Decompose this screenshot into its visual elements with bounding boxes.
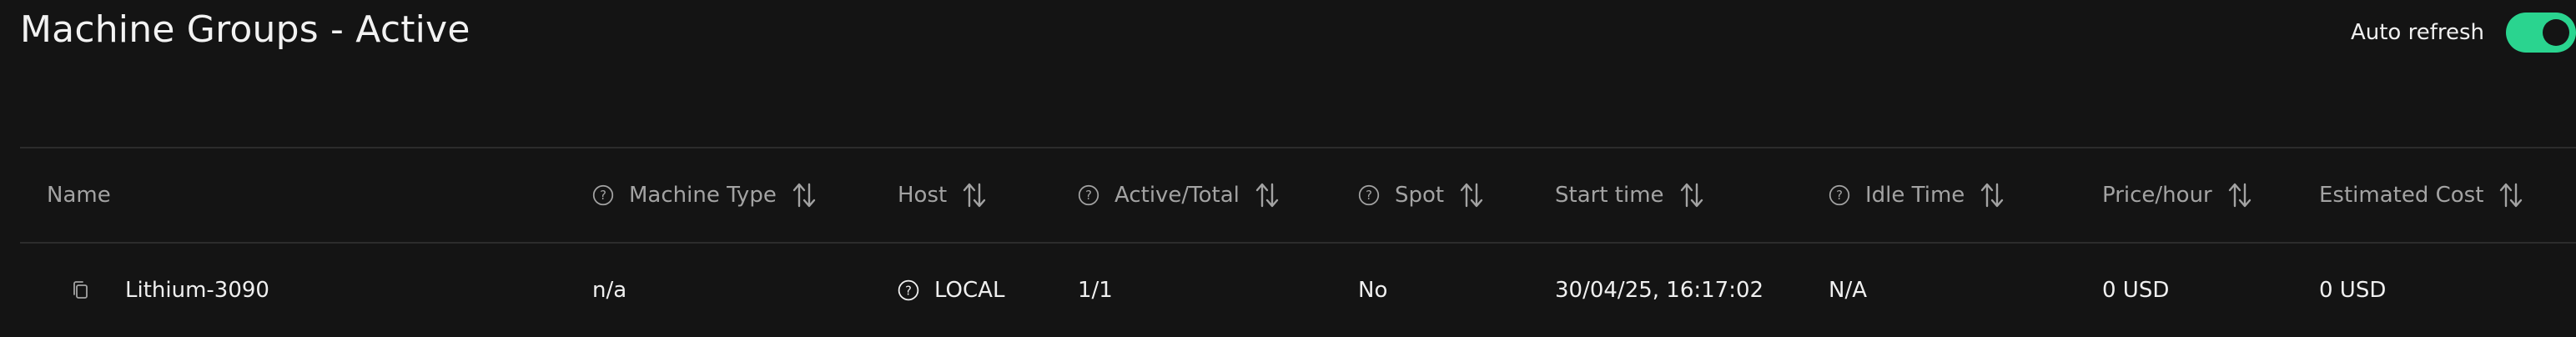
- column-header-price-hour-label: Price/hour: [2102, 183, 2212, 208]
- copy-icon[interactable]: [70, 279, 90, 301]
- sort-arrows-icon[interactable]: [1459, 182, 1484, 209]
- sort-arrows-icon[interactable]: [962, 182, 987, 209]
- column-header-name[interactable]: Name: [47, 148, 111, 242]
- idle-time-value: N/A: [1829, 278, 1867, 303]
- machine-groups-table: Name ? Machine Type Host ? Active/Total: [20, 147, 2576, 337]
- sort-arrows-icon[interactable]: [1679, 182, 1704, 209]
- sort-arrows-icon[interactable]: [792, 182, 817, 209]
- cell-machine-type: n/a: [592, 244, 626, 337]
- column-header-idle-time-label: Idle Time: [1865, 183, 1965, 208]
- cell-active-total: 1/1: [1078, 244, 1113, 337]
- svg-text:?: ?: [1085, 189, 1092, 203]
- column-header-price-hour[interactable]: Price/hour: [2102, 148, 2252, 242]
- price-hour-value: 0 USD: [2102, 278, 2170, 303]
- active-total-value: 1/1: [1078, 278, 1113, 303]
- svg-text:?: ?: [905, 284, 912, 298]
- column-header-active-total-label: Active/Total: [1114, 183, 1240, 208]
- column-header-idle-time[interactable]: ? Idle Time: [1829, 148, 2005, 242]
- help-circle-icon[interactable]: ?: [1829, 184, 1850, 206]
- toggle-knob: [2543, 19, 2569, 46]
- sort-arrows-icon[interactable]: [1255, 182, 1280, 209]
- cell-price-hour: 0 USD: [2102, 244, 2169, 337]
- cell-idle-time: N/A: [1829, 244, 1867, 337]
- column-header-machine-type-label: Machine Type: [629, 183, 777, 208]
- column-header-start-time[interactable]: Start time: [1555, 148, 1704, 242]
- column-header-start-time-label: Start time: [1555, 183, 1664, 208]
- auto-refresh-toggle[interactable]: [2506, 13, 2576, 53]
- cell-estimated-cost: 0 USD: [2319, 244, 2386, 337]
- machine-type-value: n/a: [592, 278, 627, 303]
- column-header-active-total[interactable]: ? Active/Total: [1078, 148, 1280, 242]
- svg-text:?: ?: [1836, 189, 1843, 203]
- column-header-name-label: Name: [47, 183, 111, 208]
- auto-refresh-control: Auto refresh: [2351, 12, 2576, 53]
- column-header-estimated-cost[interactable]: Estimated Cost: [2319, 148, 2523, 242]
- cell-name: Lithium-3090: [20, 244, 269, 337]
- machine-group-name[interactable]: Lithium-3090: [125, 278, 269, 303]
- help-circle-icon[interactable]: ?: [1078, 184, 1099, 206]
- help-circle-icon[interactable]: ?: [592, 184, 614, 206]
- help-circle-icon[interactable]: ?: [1358, 184, 1380, 206]
- sort-arrows-icon[interactable]: [2227, 182, 2252, 209]
- auto-refresh-label: Auto refresh: [2350, 20, 2484, 45]
- column-header-estimated-cost-label: Estimated Cost: [2319, 183, 2484, 208]
- host-value: LOCAL: [934, 278, 1005, 303]
- table-header-row: Name ? Machine Type Host ? Active/Total: [20, 148, 2576, 244]
- sort-arrows-icon[interactable]: [1980, 182, 2005, 209]
- spot-value: No: [1358, 278, 1388, 303]
- cell-start-time: 30/04/25, 16:17:02: [1555, 244, 1763, 337]
- sort-arrows-icon[interactable]: [2498, 182, 2523, 209]
- column-header-spot[interactable]: ? Spot: [1358, 148, 1484, 242]
- help-circle-icon[interactable]: ?: [898, 279, 919, 301]
- estimated-cost-value: 0 USD: [2319, 278, 2387, 303]
- column-header-host-label: Host: [898, 183, 948, 208]
- cell-host: ? LOCAL: [898, 244, 1004, 337]
- page-title: Machine Groups - Active: [20, 8, 470, 51]
- column-header-spot-label: Spot: [1395, 183, 1445, 208]
- svg-text:?: ?: [1366, 189, 1372, 203]
- table-row[interactable]: Lithium-3090 n/a ? LOCAL 1/1 No 30/04/25…: [20, 244, 2576, 337]
- column-header-machine-type[interactable]: ? Machine Type: [592, 148, 817, 242]
- column-header-host[interactable]: Host: [898, 148, 987, 242]
- svg-text:?: ?: [600, 189, 606, 203]
- start-time-value: 30/04/25, 16:17:02: [1555, 278, 1764, 303]
- cell-spot: No: [1358, 244, 1387, 337]
